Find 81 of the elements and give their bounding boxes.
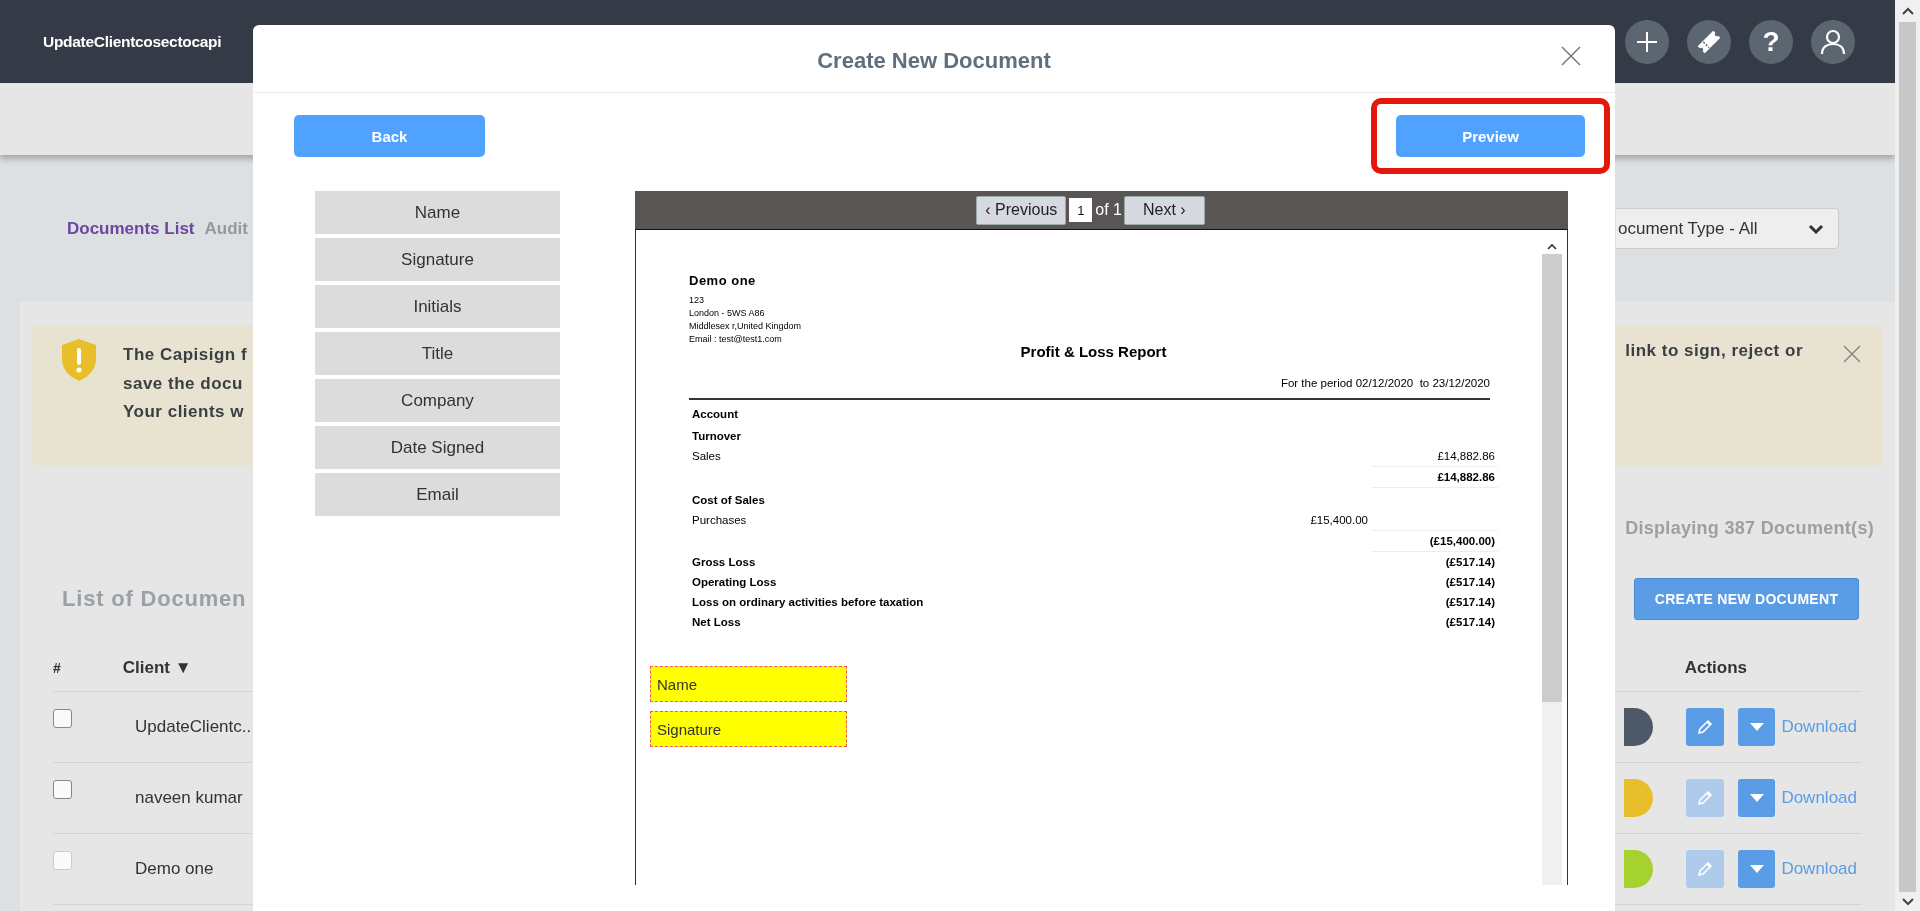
scrollbar-thumb[interactable]: [1542, 254, 1562, 702]
pencil-icon: [1696, 860, 1715, 878]
previous-page-button[interactable]: ‹ Previous: [976, 195, 1067, 225]
report-period: For the period 02/12/2020 to 23/12/2020: [1280, 377, 1490, 389]
close-icon[interactable]: [1843, 345, 1861, 363]
scroll-up-icon[interactable]: [1547, 242, 1557, 250]
alert-text: link to sign, reject or: [1625, 340, 1803, 362]
close-icon[interactable]: [1561, 46, 1581, 66]
list-title: List of Documen: [62, 586, 247, 612]
alert-text: The Capisign f: [123, 344, 248, 366]
next-page-button[interactable]: Next ›: [1124, 195, 1205, 225]
field-item[interactable]: Title: [315, 332, 560, 375]
pencil-icon: [1696, 718, 1715, 736]
warning-shield-icon: [62, 339, 96, 381]
company-name: Demo one: [689, 273, 757, 288]
column-header: #: [53, 660, 61, 676]
scroll-down-icon[interactable]: [1901, 897, 1914, 906]
user-icon: [1820, 28, 1846, 55]
help-button[interactable]: ?: [1749, 19, 1793, 64]
add-button[interactable]: [1625, 19, 1669, 64]
account-label: Net Loss: [691, 615, 742, 630]
dropdown-button[interactable]: [1738, 850, 1776, 888]
scroll-up-icon[interactable]: [1901, 7, 1914, 15]
caret-icon: [1749, 723, 1764, 731]
account-label: Operating Loss: [691, 575, 778, 590]
total-value: £14,882.86: [1436, 449, 1496, 464]
row-checkbox[interactable]: [53, 708, 72, 728]
column-header[interactable]: Client ▼: [122, 658, 192, 678]
chevron-down-icon: [1808, 223, 1824, 234]
account-heading: Account: [691, 407, 739, 422]
page-number-field[interactable]: 1: [1069, 198, 1093, 222]
total-value: (£517.14): [1444, 555, 1496, 570]
field-item[interactable]: Initials: [315, 285, 560, 328]
field-item[interactable]: Email: [315, 473, 560, 516]
account-label: Loss on ordinary activities before taxation: [691, 595, 925, 610]
ticket-icon: [1696, 28, 1722, 55]
account-label: Gross Loss: [691, 555, 757, 570]
column-header: Actions: [1684, 658, 1747, 678]
ticket-button[interactable]: [1687, 19, 1731, 64]
document-type-dropdown[interactable]: ocument Type - All: [1616, 208, 1839, 249]
address-line: London - 5WS A86: [689, 307, 766, 320]
total-value: (£517.14): [1444, 595, 1496, 610]
page-count: of 1: [1095, 201, 1122, 219]
user-button[interactable]: [1811, 19, 1855, 64]
total-value: (£517.14): [1444, 575, 1496, 590]
dropdown-button[interactable]: [1738, 779, 1776, 817]
field-item[interactable]: Signature: [315, 238, 560, 281]
alert-text: save the docu: [123, 372, 244, 395]
total-value: (£517.14): [1444, 615, 1496, 630]
plus-icon: [1636, 30, 1658, 53]
alert-text: Your clients w: [123, 401, 245, 423]
edit-button[interactable]: [1686, 708, 1725, 746]
pencil-icon: [1696, 789, 1715, 807]
caret-icon: [1749, 794, 1764, 802]
account-name: UpdateClientcosectocapi: [43, 32, 222, 51]
address-line: 123: [689, 294, 706, 307]
scrollbar-thumb[interactable]: [1899, 22, 1916, 892]
placed-field[interactable]: Name: [650, 666, 847, 702]
account-heading: Turnover: [691, 429, 742, 444]
amount-value: £15,400.00: [1309, 513, 1369, 528]
dialog-title: Create New Document: [817, 46, 1051, 74]
caret-icon: [1749, 865, 1764, 873]
address-line: Middlesex r,United Kingdom: [689, 320, 803, 333]
row-checkbox[interactable]: [53, 779, 72, 799]
field-item[interactable]: Name: [315, 191, 560, 234]
account-label: Purchases: [691, 513, 748, 528]
subtotal-value: £14,882.86: [1371, 466, 1498, 488]
client-name: naveen kumar: [134, 788, 243, 808]
placed-field[interactable]: Signature: [650, 711, 847, 747]
account-heading: Cost of Sales: [691, 493, 766, 508]
report-title: Profit & Loss Report: [1019, 343, 1168, 360]
subtotal-value: (£15,400.00): [1371, 530, 1498, 552]
field-item[interactable]: Company: [315, 379, 560, 422]
address-line: Email : test@test1.com: [689, 333, 783, 346]
dropdown-button[interactable]: [1738, 708, 1776, 746]
client-name: UpdateClientc..: [134, 717, 252, 737]
client-name: Demo one: [134, 859, 214, 879]
document-count: Displaying 387 Document(s): [1625, 518, 1874, 540]
field-item[interactable]: Date Signed: [315, 426, 560, 469]
account-label: Sales: [691, 449, 722, 464]
page-tab[interactable]: Documents List: [67, 218, 195, 239]
